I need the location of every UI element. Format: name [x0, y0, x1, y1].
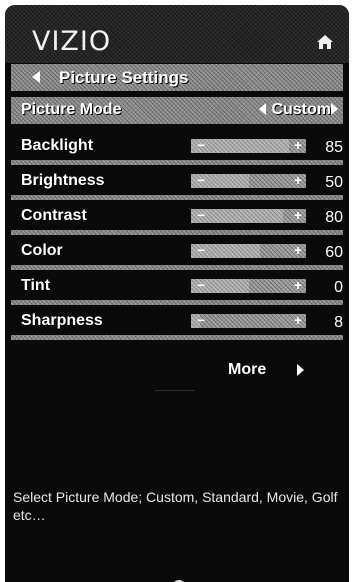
plus-icon[interactable]: +	[294, 207, 302, 223]
setting-slider[interactable]: − +	[191, 277, 306, 293]
setting-label: Sharpness	[21, 312, 103, 329]
minus-icon[interactable]: −	[197, 242, 205, 258]
minus-icon[interactable]: −	[197, 312, 205, 328]
setting-label: Tint	[21, 277, 51, 294]
plus-icon[interactable]: +	[294, 312, 302, 328]
setting-value: 8	[334, 314, 343, 331]
left-arrow-icon[interactable]	[259, 103, 266, 115]
setting-slider[interactable]: − +	[191, 137, 306, 153]
setting-value: 60	[325, 244, 343, 261]
setting-row-color[interactable]: Color − +60	[11, 238, 343, 270]
setting-slider[interactable]: − +	[191, 172, 306, 188]
setting-value: 50	[325, 174, 343, 191]
row-separator	[11, 195, 343, 200]
more-button[interactable]: More	[228, 361, 266, 379]
setting-row-contrast[interactable]: Contrast − +80	[11, 203, 343, 235]
row-separator	[11, 335, 343, 340]
minus-icon[interactable]: −	[197, 277, 205, 293]
setting-row-tint[interactable]: Tint − +0	[11, 273, 343, 305]
minus-icon[interactable]: −	[197, 172, 205, 188]
scroll-indicator-icon	[174, 580, 184, 582]
menu-header[interactable]: Picture Settings	[11, 64, 343, 91]
plus-icon[interactable]: +	[294, 242, 302, 258]
setting-slider[interactable]: − +	[191, 242, 306, 258]
setting-value: 85	[325, 139, 343, 156]
plus-icon[interactable]: +	[294, 172, 302, 188]
minus-icon[interactable]: −	[197, 207, 205, 223]
setting-slider[interactable]: − +	[191, 312, 306, 328]
setting-row-backlight[interactable]: Backlight − +85	[11, 133, 343, 165]
setting-row-brightness[interactable]: Brightness − +50	[11, 168, 343, 200]
back-icon[interactable]	[31, 71, 41, 83]
row-separator	[11, 230, 343, 235]
minus-icon[interactable]: −	[197, 137, 205, 153]
slider-fill	[191, 139, 289, 153]
setting-value: 80	[325, 209, 343, 226]
setting-value: 0	[334, 279, 343, 296]
home-icon[interactable]	[316, 34, 334, 50]
picture-mode-row[interactable]: Picture Mode Custom	[11, 97, 343, 124]
help-text: Select Picture Mode; Custom, Standard, M…	[13, 489, 338, 523]
setting-slider[interactable]: − +	[191, 207, 306, 223]
divider	[155, 390, 195, 391]
plus-icon[interactable]: +	[294, 277, 302, 293]
more-arrow-icon[interactable]	[297, 364, 304, 376]
top-bar: VIZIO	[5, 5, 349, 63]
vizio-logo: VIZIO	[32, 26, 112, 57]
setting-label: Brightness	[21, 172, 105, 189]
picture-mode-label: Picture Mode	[21, 101, 122, 118]
menu-title: Picture Settings	[59, 68, 189, 87]
picture-mode-value: Custom	[271, 101, 331, 118]
row-separator	[11, 300, 343, 305]
plus-icon[interactable]: +	[294, 137, 302, 153]
setting-row-sharpness[interactable]: Sharpness − +8	[11, 308, 343, 340]
row-separator	[11, 265, 343, 270]
row-separator	[11, 160, 343, 165]
right-arrow-icon[interactable]	[331, 103, 338, 115]
setting-label: Contrast	[21, 207, 87, 224]
setting-label: Backlight	[21, 137, 94, 154]
setting-label: Color	[21, 242, 63, 259]
tv-menu-panel: VIZIO Picture Settings Picture Mode Cust…	[5, 5, 349, 582]
